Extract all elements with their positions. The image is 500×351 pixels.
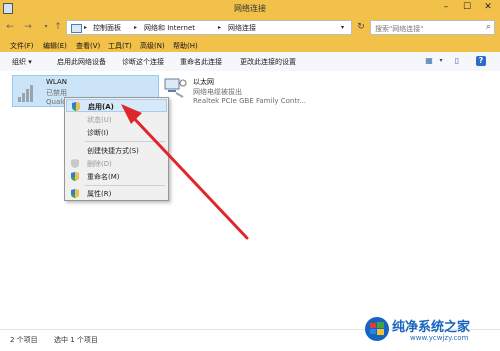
enable-device-button[interactable]: 启用此网络设备 (57, 57, 106, 67)
breadcrumb-network-internet[interactable]: 网络和 Internet (144, 23, 195, 33)
context-menu: 启用(A) 状态(U) 诊断(I) 创建快捷方式(S) 删除(D) 重命名(M)… (64, 97, 169, 201)
command-bar: 组织 ▾ 启用此网络设备 诊断这个连接 重命名此连接 更改此连接的设置 ▦ ▾ … (0, 52, 500, 72)
menu-edit[interactable]: 编辑(E) (43, 41, 67, 51)
menu-item-label: 诊断(I) (87, 129, 109, 137)
up-button[interactable]: ↑ (52, 21, 64, 33)
address-row: ← → ▾ ↑ ▸ 控制面板 ▸ 网络和 Internet ▸ 网络连接 ▾ ↻… (0, 17, 500, 39)
menu-item-label: 删除(D) (87, 160, 112, 168)
menu-separator (85, 141, 165, 142)
organize-button[interactable]: 组织 ▾ (12, 57, 32, 67)
menu-help[interactable]: 帮助(H) (173, 41, 198, 51)
diagnose-connection-button[interactable]: 诊断这个连接 (122, 57, 164, 67)
uac-shield-icon (71, 159, 79, 168)
help-icon[interactable]: ? (476, 56, 486, 66)
maximize-button[interactable]: ☐ (458, 0, 476, 14)
menu-item-diagnose[interactable]: 诊断(I) (66, 126, 167, 139)
back-button[interactable]: ← (4, 21, 16, 33)
title-bar: 网络连接 – ☐ ✕ (0, 0, 500, 17)
wifi-signal-icon (18, 84, 38, 102)
connection-status: 网络电缆被拔出 (193, 88, 242, 96)
breadcrumb-separator-icon: ▸ (134, 24, 138, 31)
menu-file[interactable]: 文件(F) (10, 41, 34, 51)
menu-item-enable[interactable]: 启用(A) (66, 99, 167, 112)
connection-name: 以太网 (193, 78, 214, 86)
watermark-text: 纯净系统之家 (392, 320, 471, 335)
menu-advanced[interactable]: 高级(N) (140, 41, 165, 51)
forward-button[interactable]: → (22, 21, 34, 33)
menu-item-create-shortcut[interactable]: 创建快捷方式(S) (66, 144, 167, 157)
uac-shield-icon (71, 189, 79, 198)
breadcrumb-network-connections[interactable]: 网络连接 (228, 23, 256, 33)
menu-bar: 文件(F) 编辑(E) 查看(V) 工具(T) 高级(N) 帮助(H) (0, 39, 500, 52)
menu-item-label: 启用(A) (88, 103, 114, 111)
item-count: 2 个项目 (10, 336, 38, 344)
recent-pages-button[interactable]: ▾ (40, 21, 52, 33)
window-frame: 网络连接 – ☐ ✕ ← → ▾ ↑ ▸ 控制面板 ▸ 网络和 Internet… (0, 0, 500, 351)
address-bar[interactable]: ▸ 控制面板 ▸ 网络和 Internet ▸ 网络连接 ▾ (66, 20, 352, 35)
rename-connection-button[interactable]: 重命名此连接 (180, 57, 222, 67)
view-options-icon[interactable]: ▦ (424, 56, 434, 66)
menu-view[interactable]: 查看(V) (76, 41, 100, 51)
window-title: 网络连接 (234, 4, 266, 13)
watermark-logo: 纯净系统之家 www.ycwjzy.com (362, 312, 498, 348)
menu-item-label: 重命名(M) (87, 173, 120, 181)
control-panel-icon (71, 24, 82, 33)
close-button[interactable]: ✕ (479, 0, 497, 14)
menu-item-label: 状态(U) (87, 116, 112, 124)
preview-pane-icon[interactable]: ▯ (452, 56, 462, 66)
watermark-url: www.ycwjzy.com (410, 334, 469, 342)
view-dropdown-icon[interactable]: ▾ (436, 56, 446, 66)
menu-item-rename[interactable]: 重命名(M) (66, 170, 167, 183)
menu-item-label: 创建快捷方式(S) (87, 147, 139, 155)
connection-device: Realtek PCIe GBE Family Contr... (193, 97, 307, 105)
breadcrumb-separator-icon: ▸ (84, 24, 88, 31)
selected-count: 选中 1 个项目 (54, 336, 98, 344)
connection-name: WLAN (46, 78, 68, 86)
refresh-button[interactable]: ↻ (355, 20, 367, 35)
menu-item-delete: 删除(D) (66, 157, 167, 170)
search-icon[interactable]: ⌕ (486, 22, 491, 32)
menu-item-properties[interactable]: 属性(R) (66, 187, 167, 200)
change-settings-button[interactable]: 更改此连接的设置 (240, 57, 296, 67)
search-input[interactable]: 搜索"网络连接" ⌕ (370, 20, 495, 35)
uac-shield-icon (72, 102, 80, 111)
uac-shield-icon (71, 172, 79, 181)
minimize-button[interactable]: – (437, 0, 455, 14)
menu-separator (85, 185, 165, 186)
breadcrumb-control-panel[interactable]: 控制面板 (93, 23, 121, 33)
menu-item-label: 属性(R) (87, 190, 112, 198)
search-placeholder: 搜索"网络连接" (375, 25, 424, 33)
windows-logo-icon (365, 317, 389, 341)
menu-tools[interactable]: 工具(T) (108, 41, 132, 51)
address-dropdown-icon[interactable]: ▾ (341, 24, 344, 31)
connection-ethernet[interactable]: 以太网 网络电缆被拔出 Realtek PCIe GBE Family Cont… (160, 75, 310, 107)
menu-item-status: 状态(U) (66, 113, 167, 126)
breadcrumb-separator-icon: ▸ (218, 24, 222, 31)
